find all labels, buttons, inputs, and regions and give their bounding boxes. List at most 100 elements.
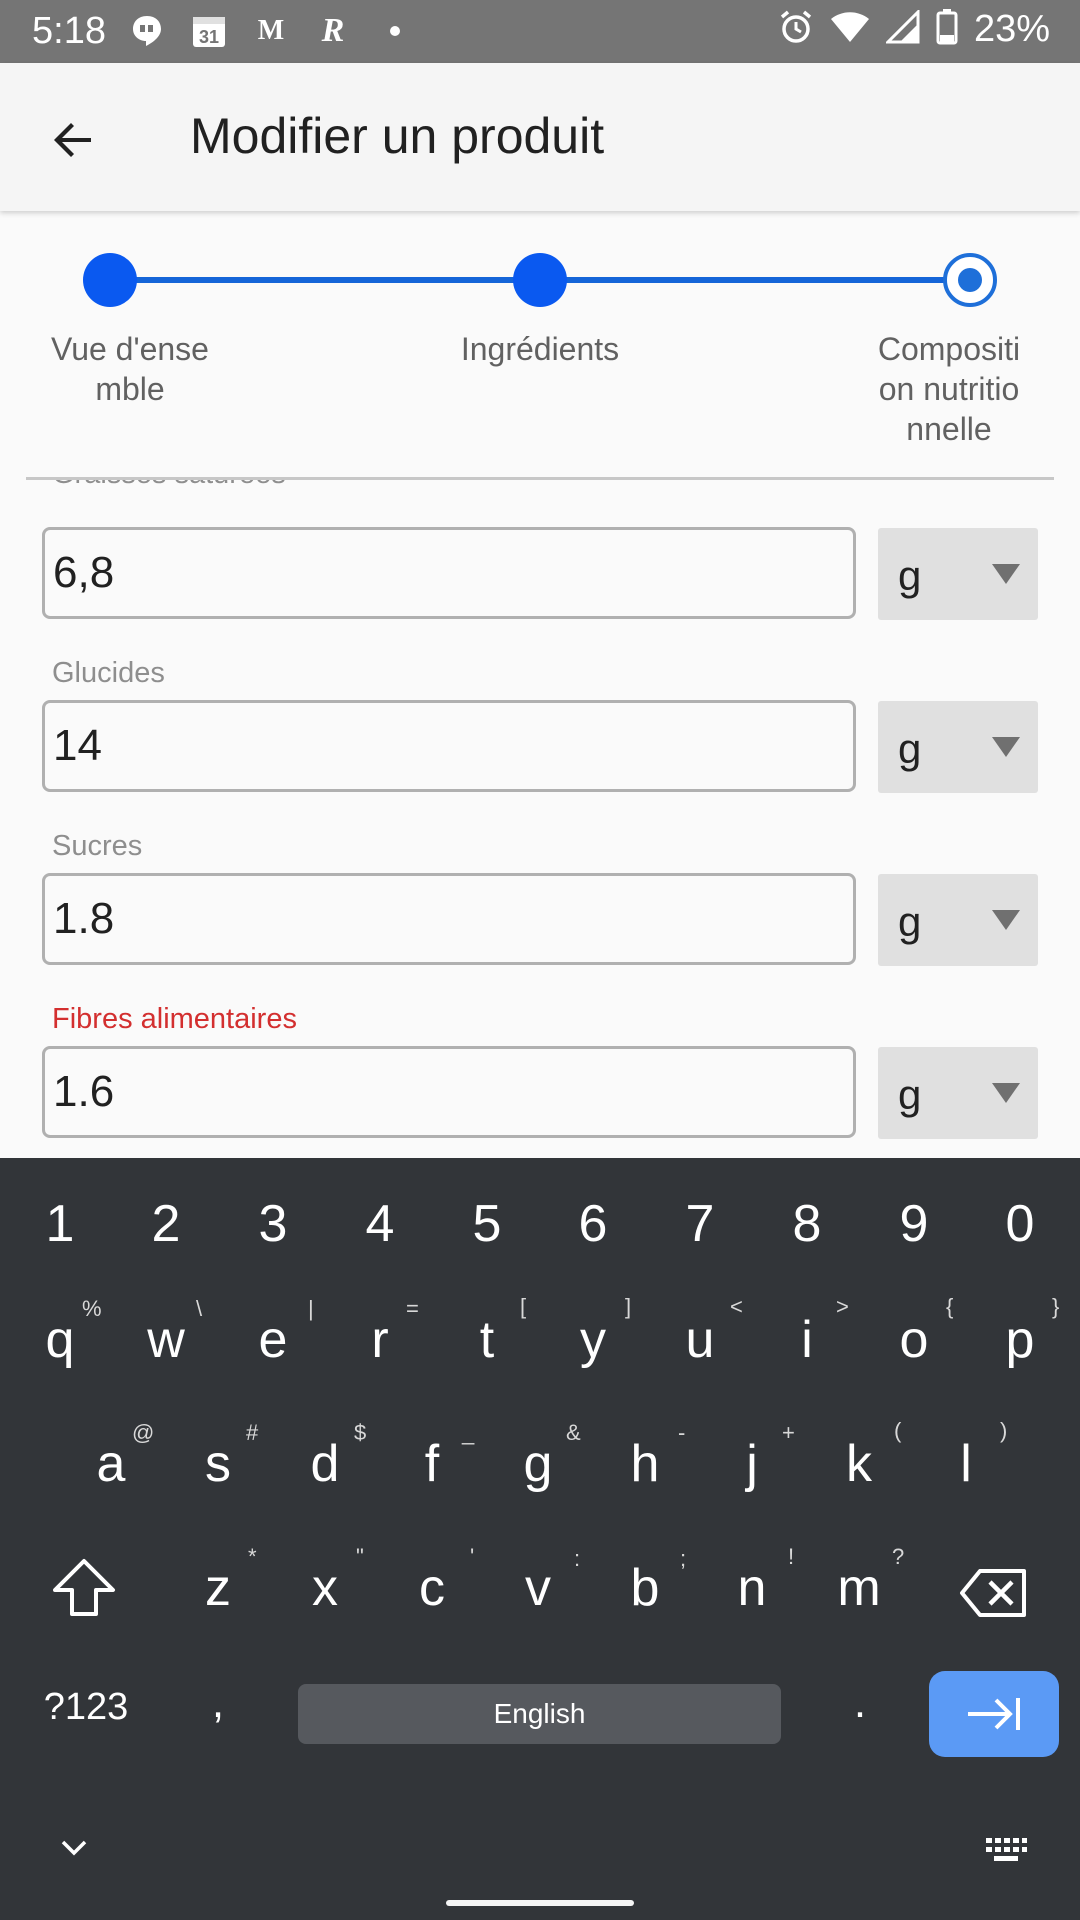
step-3-label: Compositi on nutritio nnelle	[877, 331, 1021, 447]
key-0[interactable]: 0	[970, 1194, 1070, 1254]
field-label-carbohydrates: Glucides	[52, 657, 165, 689]
hint-bracket-open: [	[520, 1294, 527, 1319]
battery-icon	[936, 9, 958, 50]
backspace-key[interactable]	[958, 1566, 1030, 1622]
r-letter: R	[321, 12, 345, 49]
hint-greater-than: >	[836, 1294, 849, 1319]
unit-value: g	[898, 1071, 922, 1118]
hint-equals: =	[406, 1296, 419, 1321]
signal-icon	[884, 8, 920, 49]
arrow-back-icon	[54, 123, 91, 157]
dropdown-arrow-icon	[992, 737, 1020, 757]
r-app-icon: R	[314, 12, 352, 50]
fiber-input[interactable]: 1.6	[42, 1046, 856, 1138]
field-label-saturated-fat: Graisses saturées	[52, 480, 286, 491]
nutrition-form: Graisses saturées 6,8 g Glucides 14 g Su…	[0, 480, 1080, 1158]
chevron-down-icon	[61, 1840, 87, 1856]
hint-less-than: <	[730, 1294, 743, 1319]
app-bar: Modifier un produit	[0, 63, 1080, 211]
key-8[interactable]: 8	[757, 1194, 857, 1254]
key-9[interactable]: 9	[864, 1194, 964, 1254]
saturated-fat-input[interactable]: 6,8	[42, 527, 856, 619]
field-label-sugars: Sucres	[52, 830, 143, 862]
keyboard-icon	[986, 1838, 1027, 1861]
keyboard-switch-key[interactable]	[984, 1836, 1028, 1866]
hint-underscore: _	[462, 1420, 475, 1445]
comma-key[interactable]: ,	[168, 1678, 268, 1728]
unit-value: g	[898, 725, 922, 772]
hint-ampersand: &	[566, 1420, 581, 1445]
key-6[interactable]: 6	[543, 1194, 643, 1254]
hint-semicolon: ;	[680, 1546, 687, 1571]
gmail-icon: M	[252, 12, 290, 50]
step-1-label: Vue d'ense mble	[51, 331, 209, 407]
unit-value: g	[898, 552, 922, 599]
key-2[interactable]: 2	[116, 1194, 216, 1254]
status-bar: 5:18 31 M R 23%	[0, 0, 1080, 63]
dropdown-arrow-icon	[992, 910, 1020, 930]
hint-brace-open: {	[946, 1294, 954, 1319]
step-2-dot[interactable]	[513, 253, 567, 307]
next-field-key[interactable]	[929, 1671, 1059, 1757]
hint-colon: :	[574, 1546, 581, 1571]
shift-key[interactable]	[44, 1556, 124, 1626]
key-1[interactable]: 1	[10, 1194, 110, 1254]
key-3[interactable]: 3	[223, 1194, 323, 1254]
dropdown-arrow-icon	[992, 1083, 1020, 1103]
hint-dollar: $	[354, 1420, 367, 1445]
sugars-input[interactable]: 1.8	[42, 873, 856, 965]
carbohydrates-input[interactable]: 14	[42, 700, 856, 792]
dot-icon	[376, 12, 414, 50]
key-7[interactable]: 7	[650, 1194, 750, 1254]
gesture-nav-handle[interactable]	[446, 1900, 634, 1906]
wifi-icon	[830, 10, 870, 49]
symbols-key[interactable]: ?123	[36, 1686, 136, 1729]
key-n[interactable]: n	[702, 1558, 802, 1618]
notification-icons: 31 M R	[128, 12, 414, 50]
fiber-unit-select[interactable]: g	[878, 1047, 1038, 1139]
soft-keyboard: 1 2 3 4 5 6 7 8 9 0 q w e r t y u i o p …	[0, 1158, 1080, 1920]
period-key[interactable]: .	[810, 1678, 910, 1728]
hint-exclamation: !	[788, 1544, 795, 1569]
hint-percent: %	[82, 1296, 102, 1321]
hint-plus: +	[782, 1420, 795, 1445]
space-bar[interactable]: English	[298, 1684, 781, 1744]
hint-double-quote: "	[356, 1544, 364, 1569]
key-v[interactable]: v	[488, 1558, 588, 1618]
step-connector-1	[110, 277, 540, 283]
sugars-unit-select[interactable]: g	[878, 874, 1038, 966]
key-5[interactable]: 5	[437, 1194, 537, 1254]
page-title: Modifier un produit	[190, 108, 605, 164]
hint-pipe: |	[308, 1296, 314, 1321]
system-icons: 23%	[778, 8, 1050, 51]
unit-value: g	[898, 898, 922, 945]
step-2-label: Ingrédients	[460, 331, 620, 367]
shift-icon	[53, 1559, 115, 1616]
step-connector-2	[540, 277, 970, 283]
hint-hash: #	[246, 1420, 259, 1445]
gmail-letter: M	[257, 15, 285, 46]
hangouts-icon	[128, 12, 166, 50]
alarm-icon	[778, 9, 814, 50]
stepper: Vue d'ense mble Ingrédients Compositi on…	[0, 211, 1080, 481]
hint-bracket-close: ]	[625, 1294, 632, 1319]
field-label-fiber: Fibres alimentaires	[52, 1003, 297, 1035]
step-1-dot[interactable]	[83, 253, 137, 307]
hint-single-quote: '	[470, 1544, 475, 1569]
hint-paren-open: (	[894, 1418, 902, 1443]
dropdown-arrow-icon	[992, 564, 1020, 584]
back-button[interactable]	[38, 105, 108, 175]
key-c[interactable]: c	[382, 1558, 482, 1618]
calendar-icon: 31	[190, 12, 228, 50]
battery-level: 23%	[973, 8, 1050, 50]
key-4[interactable]: 4	[330, 1194, 430, 1254]
hint-question: ?	[892, 1544, 905, 1569]
tab-arrow-icon	[968, 1698, 1020, 1730]
hint-backslash: \	[196, 1296, 203, 1321]
carbohydrates-unit-select[interactable]: g	[878, 701, 1038, 793]
saturated-fat-unit-select[interactable]: g	[878, 528, 1038, 620]
hint-brace-close: }	[1052, 1294, 1060, 1319]
step-3-dot[interactable]	[943, 253, 997, 307]
calendar-day: 31	[199, 27, 219, 47]
hide-keyboard-key[interactable]	[54, 1836, 94, 1866]
